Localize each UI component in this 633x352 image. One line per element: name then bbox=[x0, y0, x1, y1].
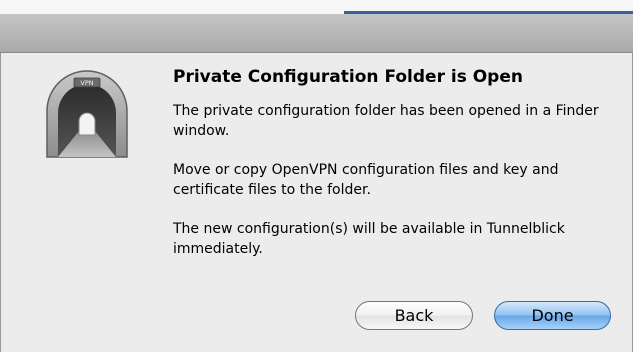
dialog-title: Private Configuration Folder is Open bbox=[173, 67, 523, 87]
message-paragraph-3: The new configuration(s) will be availab… bbox=[173, 221, 565, 257]
message-paragraph-2: Move or copy OpenVPN configuration files… bbox=[173, 162, 559, 198]
alert-sheet: VPN Private Configuration Folder is Open… bbox=[0, 53, 633, 352]
message-area: Private Configuration Folder is Open The… bbox=[173, 66, 613, 278]
tunnelblick-icon: VPN bbox=[46, 70, 128, 158]
vpn-sign-text: VPN bbox=[80, 79, 93, 87]
done-button[interactable]: Done bbox=[494, 301, 611, 330]
message-paragraph-1: The private configuration folder has bee… bbox=[173, 103, 599, 139]
window-top-edge bbox=[0, 0, 633, 14]
back-button[interactable]: Back bbox=[355, 301, 473, 330]
sheet-titlebar bbox=[0, 14, 633, 53]
